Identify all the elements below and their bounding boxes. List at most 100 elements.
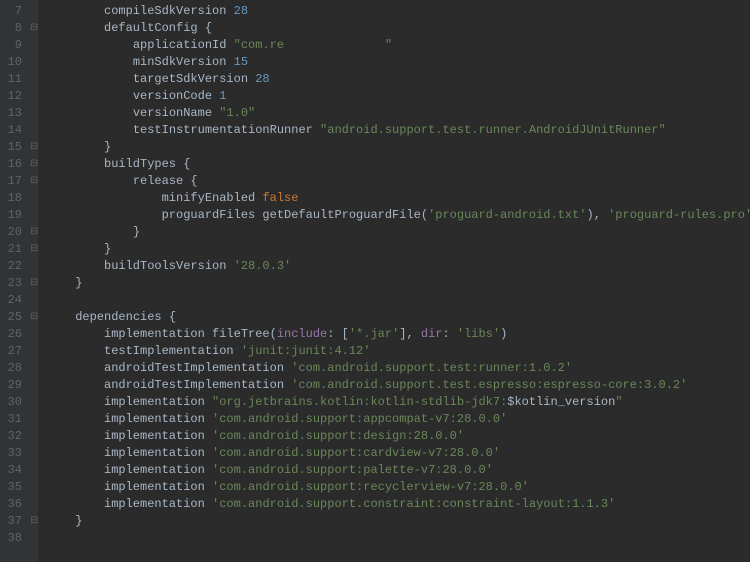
code-line[interactable]: androidTestImplementation 'com.android.s… — [46, 360, 750, 377]
code-line[interactable]: implementation 'com.android.support:card… — [46, 445, 750, 462]
line-number: 17 — [0, 173, 22, 190]
line-number: 24 — [0, 292, 22, 309]
fold-marker — [30, 122, 38, 139]
line-number: 25 — [0, 309, 22, 326]
fold-marker[interactable]: ⊟ — [30, 224, 38, 241]
line-number: 9 — [0, 37, 22, 54]
line-number: 21 — [0, 241, 22, 258]
fold-marker — [30, 377, 38, 394]
code-line[interactable]: testInstrumentationRunner "android.suppo… — [46, 122, 750, 139]
line-number: 11 — [0, 71, 22, 88]
line-number: 27 — [0, 343, 22, 360]
fold-marker — [30, 292, 38, 309]
fold-marker — [30, 258, 38, 275]
fold-marker — [30, 37, 38, 54]
code-line[interactable]: } — [46, 241, 750, 258]
line-number: 10 — [0, 54, 22, 71]
code-line[interactable]: applicationId "com.re " — [46, 37, 750, 54]
code-line[interactable]: implementation 'com.android.support:pale… — [46, 462, 750, 479]
line-number: 18 — [0, 190, 22, 207]
line-number: 16 — [0, 156, 22, 173]
code-line[interactable]: versionName "1.0" — [46, 105, 750, 122]
fold-marker — [30, 428, 38, 445]
code-line[interactable]: release { — [46, 173, 750, 190]
code-line[interactable]: } — [46, 139, 750, 156]
code-line[interactable]: androidTestImplementation 'com.android.s… — [46, 377, 750, 394]
fold-marker — [30, 105, 38, 122]
fold-marker — [30, 71, 38, 88]
line-number: 19 — [0, 207, 22, 224]
fold-marker[interactable]: ⊟ — [30, 173, 38, 190]
fold-marker — [30, 445, 38, 462]
code-line[interactable]: versionCode 1 — [46, 88, 750, 105]
code-area[interactable]: compileSdkVersion 28 defaultConfig { app… — [38, 0, 750, 562]
code-line[interactable] — [46, 530, 750, 547]
line-number: 33 — [0, 445, 22, 462]
fold-marker — [30, 496, 38, 513]
code-line[interactable]: } — [46, 224, 750, 241]
code-line[interactable]: } — [46, 513, 750, 530]
fold-marker[interactable]: ⊟ — [30, 309, 38, 326]
line-number: 12 — [0, 88, 22, 105]
fold-marker — [30, 326, 38, 343]
line-number: 36 — [0, 496, 22, 513]
code-line[interactable]: implementation 'com.android.support:desi… — [46, 428, 750, 445]
fold-marker — [30, 411, 38, 428]
code-line[interactable]: targetSdkVersion 28 — [46, 71, 750, 88]
line-number: 32 — [0, 428, 22, 445]
code-line[interactable] — [46, 292, 750, 309]
code-line[interactable]: minifyEnabled false — [46, 190, 750, 207]
line-number: 8 — [0, 20, 22, 37]
fold-column[interactable]: ⊟⊟⊟⊟⊟⊟⊟⊟⊟ — [30, 0, 38, 562]
line-number: 20 — [0, 224, 22, 241]
line-number-gutter: 7891011121314151617181920212223242526272… — [0, 0, 30, 562]
code-line[interactable]: testImplementation 'junit:junit:4.12' — [46, 343, 750, 360]
code-line[interactable]: implementation 'com.android.support:recy… — [46, 479, 750, 496]
fold-marker[interactable]: ⊟ — [30, 139, 38, 156]
line-number: 30 — [0, 394, 22, 411]
fold-marker — [30, 360, 38, 377]
line-number: 26 — [0, 326, 22, 343]
fold-marker — [30, 207, 38, 224]
code-line[interactable]: buildToolsVersion '28.0.3' — [46, 258, 750, 275]
code-editor[interactable]: 7891011121314151617181920212223242526272… — [0, 0, 750, 562]
code-line[interactable]: implementation 'com.android.support.cons… — [46, 496, 750, 513]
fold-marker — [30, 54, 38, 71]
fold-marker — [30, 343, 38, 360]
fold-marker[interactable]: ⊟ — [30, 275, 38, 292]
fold-marker — [30, 88, 38, 105]
line-number: 14 — [0, 122, 22, 139]
line-number: 31 — [0, 411, 22, 428]
line-number: 7 — [0, 3, 22, 20]
code-line[interactable]: implementation 'com.android.support:appc… — [46, 411, 750, 428]
fold-marker[interactable]: ⊟ — [30, 20, 38, 37]
line-number: 15 — [0, 139, 22, 156]
line-number: 37 — [0, 513, 22, 530]
line-number: 22 — [0, 258, 22, 275]
line-number: 23 — [0, 275, 22, 292]
code-line[interactable]: dependencies { — [46, 309, 750, 326]
code-line[interactable]: buildTypes { — [46, 156, 750, 173]
code-line[interactable]: minSdkVersion 15 — [46, 54, 750, 71]
code-line[interactable]: } — [46, 275, 750, 292]
fold-marker[interactable]: ⊟ — [30, 513, 38, 530]
fold-marker — [30, 462, 38, 479]
code-line[interactable]: defaultConfig { — [46, 20, 750, 37]
fold-marker — [30, 394, 38, 411]
code-line[interactable]: implementation "org.jetbrains.kotlin:kot… — [46, 394, 750, 411]
code-line[interactable]: proguardFiles getDefaultProguardFile('pr… — [46, 207, 750, 224]
fold-marker — [30, 479, 38, 496]
fold-marker — [30, 530, 38, 547]
fold-marker[interactable]: ⊟ — [30, 241, 38, 258]
line-number: 29 — [0, 377, 22, 394]
line-number: 13 — [0, 105, 22, 122]
line-number: 28 — [0, 360, 22, 377]
line-number: 35 — [0, 479, 22, 496]
fold-marker — [30, 3, 38, 20]
line-number: 34 — [0, 462, 22, 479]
fold-marker[interactable]: ⊟ — [30, 156, 38, 173]
line-number: 38 — [0, 530, 22, 547]
code-line[interactable]: compileSdkVersion 28 — [46, 3, 750, 20]
fold-marker — [30, 190, 38, 207]
code-line[interactable]: implementation fileTree(include: ['*.jar… — [46, 326, 750, 343]
